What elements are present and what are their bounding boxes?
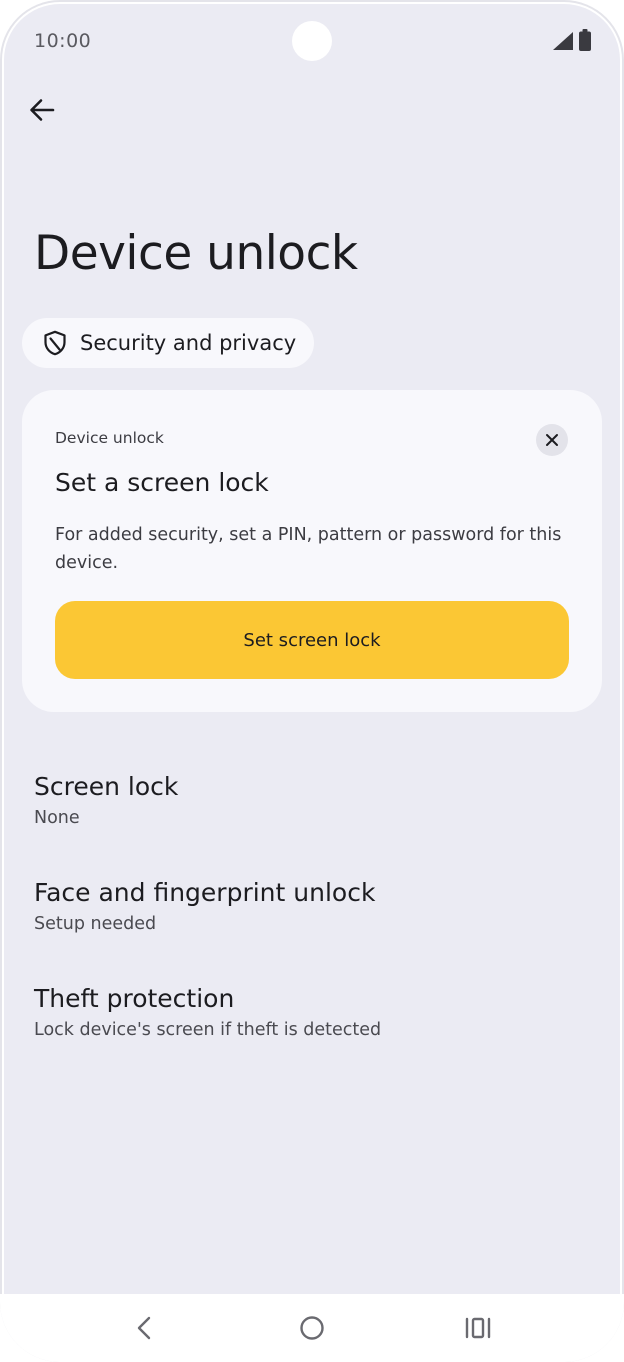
phone-frame: 10:00 Device unlock Security and privacy… xyxy=(0,0,624,1362)
camera-cutout xyxy=(292,21,332,61)
back-nav-icon[interactable] xyxy=(124,1312,164,1344)
screen: 10:00 Device unlock Security and privacy… xyxy=(4,4,620,1294)
set-screen-lock-button[interactable]: Set screen lock xyxy=(55,601,569,679)
suggestion-card: Device unlock Set a screen lock For adde… xyxy=(22,390,602,712)
battery-icon xyxy=(579,29,591,55)
item-title: Screen lock xyxy=(34,772,179,801)
status-bar: 10:00 xyxy=(4,4,620,84)
signal-icon xyxy=(553,32,573,54)
settings-item-face-fingerprint-unlock[interactable]: Face and fingerprint unlock Setup needed xyxy=(4,878,620,968)
navigation-bar xyxy=(0,1294,624,1362)
settings-item-screen-lock[interactable]: Screen lock None xyxy=(4,772,620,862)
breadcrumb-security-and-privacy[interactable]: Security and privacy xyxy=(22,318,315,368)
item-title: Face and fingerprint unlock xyxy=(34,878,376,907)
home-nav-icon[interactable] xyxy=(292,1312,332,1344)
card-body: For added security, set a PIN, pattern o… xyxy=(55,525,562,573)
settings-item-theft-protection[interactable]: Theft protection Lock device's screen if… xyxy=(4,984,620,1074)
item-summary: None xyxy=(34,808,80,828)
breadcrumb-label: Security and privacy xyxy=(80,331,297,355)
card-title: Set a screen lock xyxy=(55,468,269,497)
item-summary: Lock device's screen if theft is detecte… xyxy=(34,1020,382,1040)
shield-icon xyxy=(42,330,68,356)
item-summary: Setup needed xyxy=(34,914,157,934)
status-time: 10:00 xyxy=(34,30,92,52)
card-eyebrow: Device unlock xyxy=(55,429,164,447)
close-icon[interactable] xyxy=(536,424,568,456)
item-title: Theft protection xyxy=(34,984,235,1013)
arrow-back-icon[interactable] xyxy=(22,90,62,130)
recents-nav-icon[interactable] xyxy=(458,1312,498,1344)
page-title: Device unlock xyxy=(34,226,358,281)
